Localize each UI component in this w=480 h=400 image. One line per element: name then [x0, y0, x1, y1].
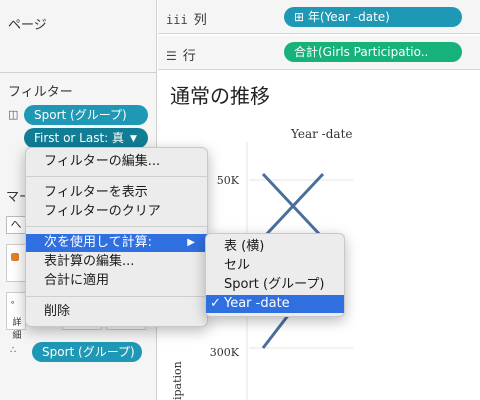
color-card[interactable]	[6, 244, 26, 282]
menu-item-remove[interactable]: 削除	[26, 303, 207, 321]
submenu-item-sport-group[interactable]: Sport (グループ)	[206, 276, 344, 294]
compute-using-submenu: 表 (横) セル Sport (グループ) ✓ Year -date	[205, 233, 345, 317]
filter-pill-label: First or Last: 真	[34, 131, 125, 145]
menu-divider	[26, 296, 207, 297]
menu-divider	[26, 226, 207, 227]
rows-icon: ☰	[166, 49, 177, 63]
pages-card-divider	[0, 72, 156, 73]
columns-icon: iii	[166, 13, 188, 27]
rows-pill-girls-participation[interactable]: 合計(Girls Participatio..	[284, 42, 462, 62]
detail-dots-icon: ∴	[10, 345, 17, 356]
menu-item-edit-table-calc[interactable]: 表計算の編集...	[26, 253, 207, 271]
marks-pill-sport-group[interactable]: Sport (グループ)	[32, 342, 142, 362]
database-icon: ◫	[8, 108, 19, 121]
submenu-item-cell[interactable]: セル	[206, 257, 344, 275]
rows-shelf-label: ☰ 行	[166, 49, 196, 64]
rows-shelf: ☰ 行 合計(Girls Participatio..	[158, 36, 480, 70]
menu-item-compute-using[interactable]: 次を使用して計算: ▶	[26, 234, 207, 252]
filter-pill-first-or-last[interactable]: First or Last: 真 ▼	[24, 128, 148, 148]
columns-shelf: iii 列 ⊞ 年(Year -date)	[158, 0, 480, 34]
submenu-item-table-across[interactable]: 表 (横)	[206, 238, 344, 256]
detail-label: 詳細	[12, 318, 22, 341]
submenu-arrow-icon: ▶	[187, 237, 195, 248]
color-icon	[11, 253, 19, 261]
chevron-down-icon: ▼	[130, 134, 137, 144]
menu-divider	[26, 176, 207, 177]
pages-card-title: ページ	[8, 18, 47, 33]
marks-pill-label: Sport (グループ)	[42, 345, 135, 359]
mark-type-dropdown[interactable]: へ	[6, 216, 26, 234]
detail-icon: ∘	[10, 298, 16, 307]
columns-pill-label: 年(Year -date)	[307, 10, 390, 24]
menu-item-clear-filter[interactable]: フィルターのクリア	[26, 203, 207, 221]
menu-item-show-filter[interactable]: フィルターを表示	[26, 184, 207, 202]
menu-item-apply-to-totals[interactable]: 合計に適用	[26, 272, 207, 290]
chart-title: 通常の推移	[170, 84, 270, 108]
calendar-icon: ⊞	[294, 10, 305, 24]
rows-pill-label: 合計(Girls Participatio..	[294, 45, 429, 59]
column-header: Year -date	[290, 127, 353, 141]
detail-card[interactable]: ∘ 詳細	[6, 292, 26, 341]
filter-pill-label: Sport (グループ)	[34, 108, 127, 122]
filter-pill-sport-group[interactable]: Sport (グループ)	[24, 105, 148, 125]
y-tick-label: 50K	[217, 174, 240, 187]
submenu-item-year-date[interactable]: ✓ Year -date	[206, 295, 344, 313]
columns-pill-year[interactable]: ⊞ 年(Year -date)	[284, 7, 462, 27]
columns-shelf-label: iii 列	[166, 13, 207, 28]
y-axis-label: ipation	[171, 361, 184, 400]
filters-card-title: フィルター	[8, 85, 73, 100]
context-menu: フィルターの編集... フィルターを表示 フィルターのクリア 次を使用して計算:…	[25, 147, 208, 327]
menu-item-edit-filter[interactable]: フィルターの編集...	[26, 153, 207, 171]
checkmark-icon: ✓	[210, 296, 221, 311]
mark-type-label: へ	[10, 218, 22, 231]
y-tick-label: 300K	[210, 346, 240, 359]
